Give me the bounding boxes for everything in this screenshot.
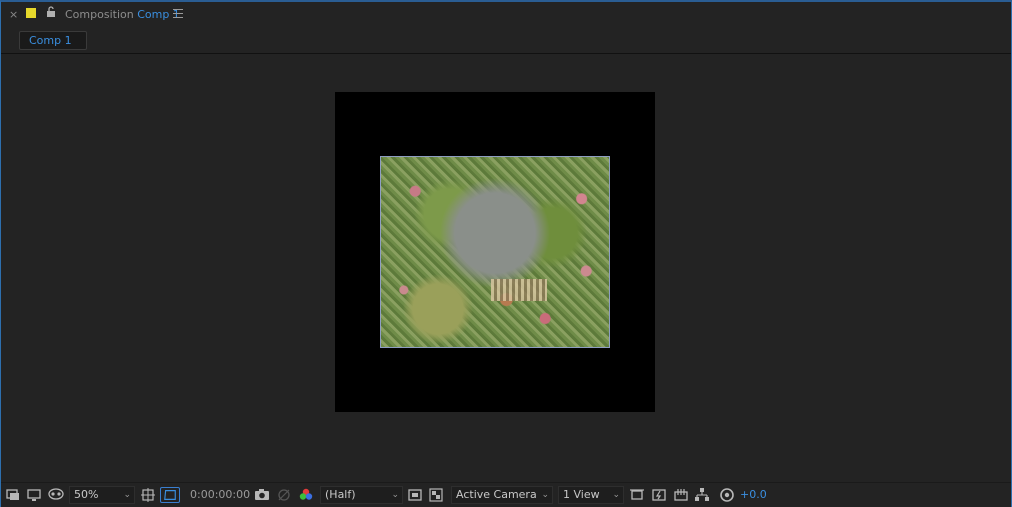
- resolution-value: (Half): [325, 488, 356, 501]
- resolution-dropdown[interactable]: (Half) ⌄: [320, 486, 403, 504]
- flowchart-icon[interactable]: [694, 487, 710, 503]
- transparency-checkerboard-icon[interactable]: [428, 487, 444, 503]
- show-snapshot-icon[interactable]: [276, 487, 292, 503]
- tab-comp-1[interactable]: Comp 1: [19, 31, 87, 50]
- always-preview-icon[interactable]: [5, 487, 21, 503]
- current-time[interactable]: 0:00:00:00: [190, 487, 250, 503]
- exposure-value[interactable]: +0.0: [740, 487, 767, 503]
- zoom-value: 50%: [74, 488, 99, 501]
- mask-visibility-icon[interactable]: [47, 487, 65, 503]
- panel-title: Composition Comp 1: [65, 8, 180, 21]
- lock-icon[interactable]: [46, 6, 56, 18]
- chevron-down-icon: ⌄: [123, 490, 131, 500]
- toggle-pixel-aspect-icon[interactable]: [629, 487, 645, 503]
- zoom-dropdown[interactable]: 50% ⌄: [69, 486, 135, 504]
- camera-view-value: Active Camera: [456, 488, 537, 501]
- fast-previews-icon[interactable]: [651, 487, 667, 503]
- viewer-toolbar: 50% ⌄ 0:00:00:00 (Half) ⌄ Active Camera …: [1, 482, 1011, 507]
- panel-header: × Composition Comp 1: [1, 2, 1011, 28]
- reset-exposure-icon[interactable]: [719, 487, 735, 503]
- region-of-interest-icon[interactable]: [407, 487, 423, 503]
- camera-view-dropdown[interactable]: Active Camera ⌄: [451, 486, 553, 504]
- color-channels-icon[interactable]: [297, 487, 315, 503]
- footage-layer[interactable]: [380, 156, 610, 348]
- transparency-grid-icon[interactable]: [160, 487, 180, 503]
- composition-frame[interactable]: [335, 92, 655, 412]
- panel-title-prefix: Composition: [65, 8, 134, 21]
- chevron-down-icon: ⌄: [391, 490, 399, 500]
- chevron-down-icon: ⌄: [541, 490, 549, 500]
- snapshot-camera-icon[interactable]: [254, 487, 270, 503]
- chevron-down-icon: ⌄: [612, 490, 620, 500]
- footage-gate-detail: [491, 279, 547, 301]
- composition-panel: × Composition Comp 1 Comp 1 50% ⌄ 0:00:0…: [0, 0, 1012, 507]
- view-layout-dropdown[interactable]: 1 View ⌄: [558, 486, 624, 504]
- monitor-icon[interactable]: [26, 487, 42, 503]
- composition-viewer[interactable]: [1, 54, 1011, 479]
- hamburger-menu-icon[interactable]: [173, 9, 183, 18]
- close-panel-icon[interactable]: ×: [9, 8, 18, 21]
- timeline-icon[interactable]: [673, 487, 689, 503]
- grid-guides-icon[interactable]: [140, 487, 156, 503]
- label-color-swatch[interactable]: [26, 8, 36, 18]
- view-layout-value: 1 View: [563, 488, 600, 501]
